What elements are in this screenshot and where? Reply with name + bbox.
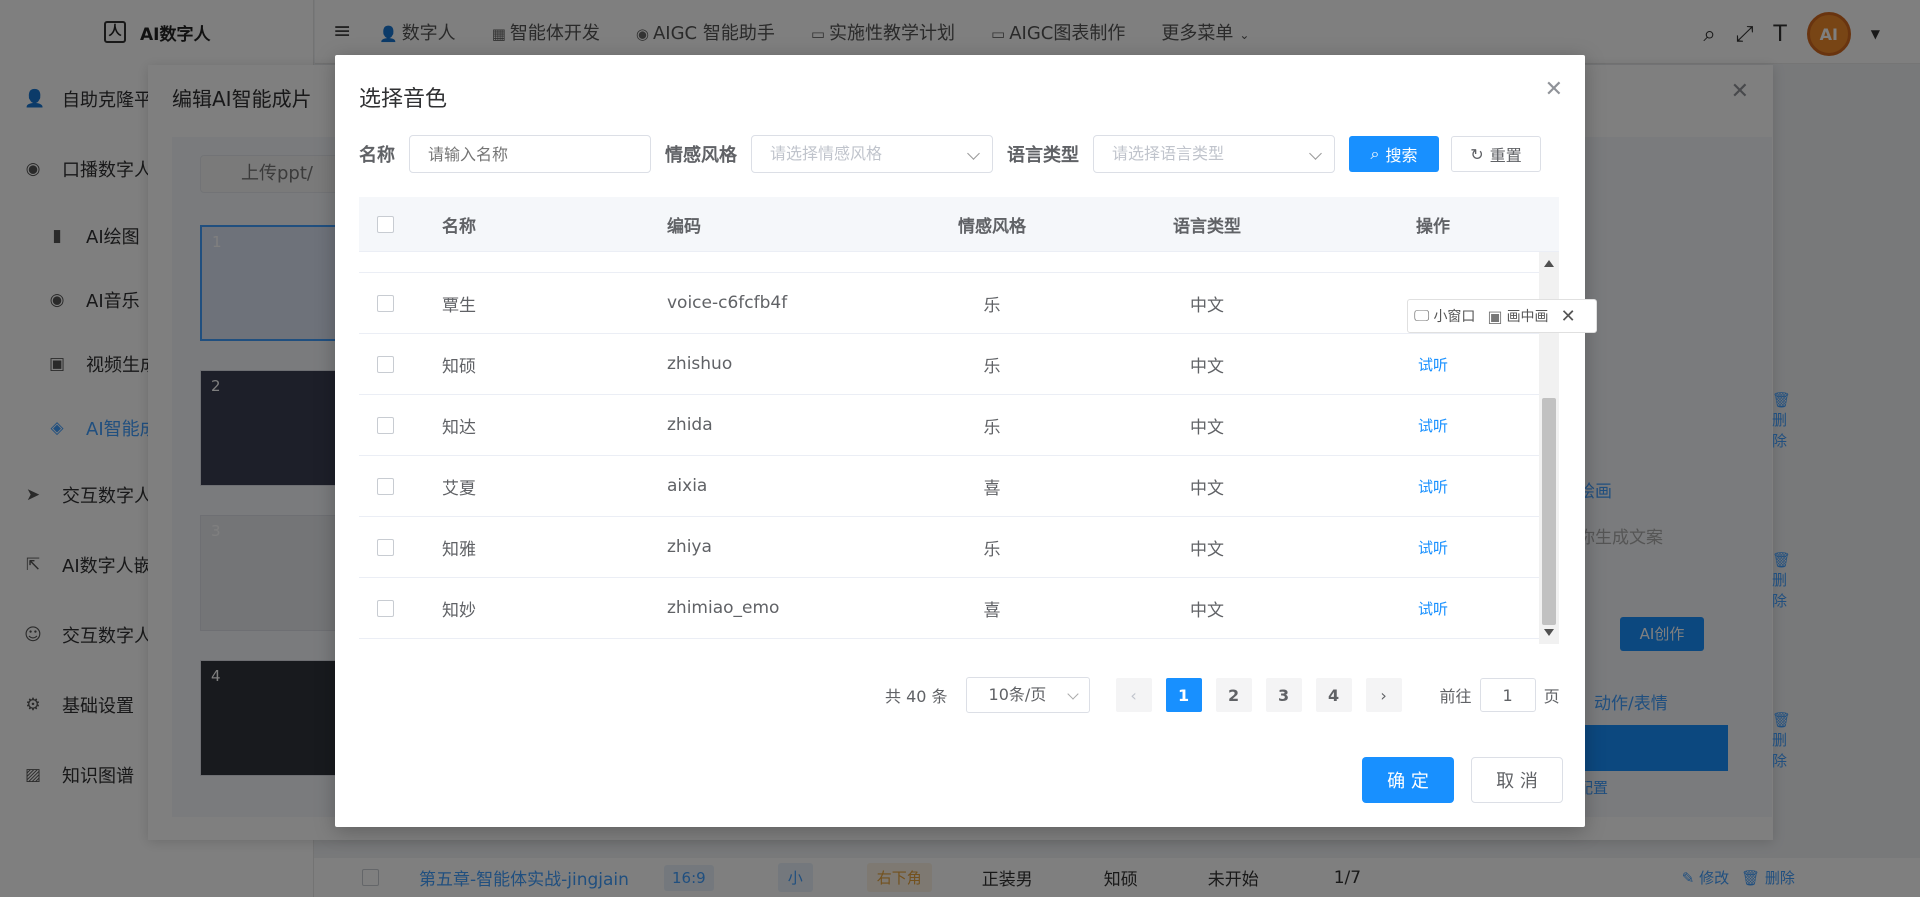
table-row[interactable]: 知雅 zhiya 乐 中文 试听 xyxy=(359,517,1539,578)
next-page-button[interactable]: › xyxy=(1365,678,1402,712)
emotion-cell: 乐 xyxy=(983,539,1001,560)
voice-code-cell: zhimiao_emo xyxy=(667,598,780,618)
table-row xyxy=(359,252,1539,273)
emotion-label: 情感风格 xyxy=(665,145,737,166)
name-label: 名称 xyxy=(359,145,395,166)
scroll-down-icon[interactable] xyxy=(1544,629,1554,636)
voice-code-cell: aixia xyxy=(667,476,708,496)
emotion-cell: 乐 xyxy=(983,417,1001,438)
voice-name-cell: 知妙 xyxy=(442,600,476,621)
column-header: 情感风格 xyxy=(958,216,1026,237)
preview-link[interactable]: 试听 xyxy=(1418,356,1448,374)
language-cell: 中文 xyxy=(1190,356,1224,377)
goto-page: 前往 页 xyxy=(1440,678,1560,712)
page-button[interactable]: 4 xyxy=(1315,678,1352,712)
total-count: 共 40 条 xyxy=(885,687,948,706)
preview-link[interactable]: 试听 xyxy=(1418,478,1448,496)
refresh-icon: ↻ xyxy=(1470,144,1484,164)
search-icon: ⌕ xyxy=(1370,144,1380,163)
table-row[interactable]: 知妙 zhimiao_emo 喜 中文 试听 xyxy=(359,578,1539,639)
language-cell: 中文 xyxy=(1190,539,1224,560)
language-cell: 中文 xyxy=(1190,417,1224,438)
close-icon[interactable]: ✕ xyxy=(1561,306,1576,327)
page-list: 1234 xyxy=(1165,678,1366,712)
close-icon[interactable]: ✕ xyxy=(1545,77,1563,102)
emotion-select[interactable]: 请选择情感风格 xyxy=(751,135,993,173)
pip-icon[interactable]: ▣ xyxy=(1487,307,1502,326)
column-header: 名称 xyxy=(442,216,476,237)
column-header: 操作 xyxy=(1416,216,1450,237)
voice-name-cell: 覃生 xyxy=(442,295,476,316)
reset-button[interactable]: ↻ 重置 xyxy=(1451,136,1541,172)
table-row[interactable]: 知达 zhida 乐 中文 试听 xyxy=(359,395,1539,456)
table-row[interactable]: 艾夏 aixia 喜 中文 试听 xyxy=(359,456,1539,517)
voice-code-cell: zhishuo xyxy=(667,354,733,374)
row-checkbox[interactable] xyxy=(377,477,394,495)
emotion-cell: 喜 xyxy=(983,600,1001,621)
table-row[interactable]: 覃生 voice-c6fcfb4f 乐 中文 xyxy=(359,273,1539,334)
small-window-button[interactable]: 小窗口 xyxy=(1433,306,1475,326)
column-header: 编码 xyxy=(667,216,701,237)
search-button[interactable]: ⌕ 搜索 xyxy=(1349,136,1439,172)
page-size-select[interactable]: 10条/页 xyxy=(965,677,1090,713)
select-voice-dialog: 选择音色 ✕ 名称 情感风格 请选择情感风格 语言类型 请选择语言类型 ⌕ 搜索… xyxy=(335,55,1585,827)
scroll-up-icon[interactable] xyxy=(1544,260,1554,267)
prev-page-button[interactable]: ‹ xyxy=(1115,678,1152,712)
voice-name-cell: 知达 xyxy=(442,417,476,438)
table-header: 名称 编码 情感风格 语言类型 操作 xyxy=(359,197,1559,252)
page-button[interactable]: 2 xyxy=(1215,678,1252,712)
scroll-thumb[interactable] xyxy=(1542,398,1556,625)
preview-link[interactable]: 试听 xyxy=(1418,600,1448,618)
small-window-icon[interactable]: 🖵 xyxy=(1414,306,1429,326)
confirm-button[interactable]: 确 定 xyxy=(1362,757,1454,803)
emotion-cell: 乐 xyxy=(983,356,1001,377)
voice-code-cell: zhiya xyxy=(667,537,712,557)
pagination: 共 40 条 10条/页 ‹ 1234 › 前往 页 xyxy=(885,677,1560,713)
language-cell: 中文 xyxy=(1190,600,1224,621)
voice-code-cell: voice-c6fcfb4f xyxy=(667,293,788,313)
language-label: 语言类型 xyxy=(1007,145,1079,166)
voice-code-cell: zhida xyxy=(667,415,713,435)
row-checkbox[interactable] xyxy=(377,599,394,617)
row-checkbox[interactable] xyxy=(377,294,394,312)
row-checkbox[interactable] xyxy=(377,355,394,373)
name-input[interactable] xyxy=(409,135,651,173)
row-checkbox[interactable] xyxy=(377,538,394,556)
table-row[interactable]: 知硕 zhishuo 乐 中文 试听 xyxy=(359,334,1539,395)
voice-table: 名称 编码 情感风格 语言类型 操作 覃生 voice-c6fcfb4f 乐中文 知硕… xyxy=(359,197,1559,645)
voice-name-cell: 知雅 xyxy=(442,539,476,560)
cancel-button[interactable]: 取 消 xyxy=(1471,757,1563,803)
language-cell: 中文 xyxy=(1190,295,1224,316)
language-select[interactable]: 请选择语言类型 xyxy=(1093,135,1335,173)
voice-name-cell: 知硕 xyxy=(442,356,476,377)
emotion-cell: 喜 xyxy=(983,478,1001,499)
pip-toolbar: 🖵 小窗口 ▣ 画中画 ✕ xyxy=(1407,299,1597,333)
page-button[interactable]: 1 xyxy=(1165,678,1202,712)
voice-name-cell: 艾夏 xyxy=(442,478,476,499)
page-button[interactable]: 3 xyxy=(1265,678,1302,712)
filter-bar: 名称 情感风格 请选择情感风格 语言类型 请选择语言类型 ⌕ 搜索 ↻ 重置 xyxy=(359,135,1541,173)
pip-button[interactable]: 画中画 xyxy=(1507,306,1549,326)
column-header: 语言类型 xyxy=(1173,216,1241,237)
goto-page-input[interactable] xyxy=(1479,678,1536,712)
table-body[interactable]: 覃生 voice-c6fcfb4f 乐中文 知硕 zhishuo 乐中文 试听 知达 zhida… xyxy=(359,252,1559,644)
language-cell: 中文 xyxy=(1190,478,1224,499)
emotion-cell: 乐 xyxy=(983,295,1001,316)
dialog-title: 选择音色 xyxy=(359,87,448,112)
preview-link[interactable]: 试听 xyxy=(1418,539,1448,557)
preview-link[interactable]: 试听 xyxy=(1418,417,1448,435)
row-checkbox[interactable] xyxy=(377,416,394,434)
select-all-checkbox[interactable] xyxy=(377,215,394,233)
